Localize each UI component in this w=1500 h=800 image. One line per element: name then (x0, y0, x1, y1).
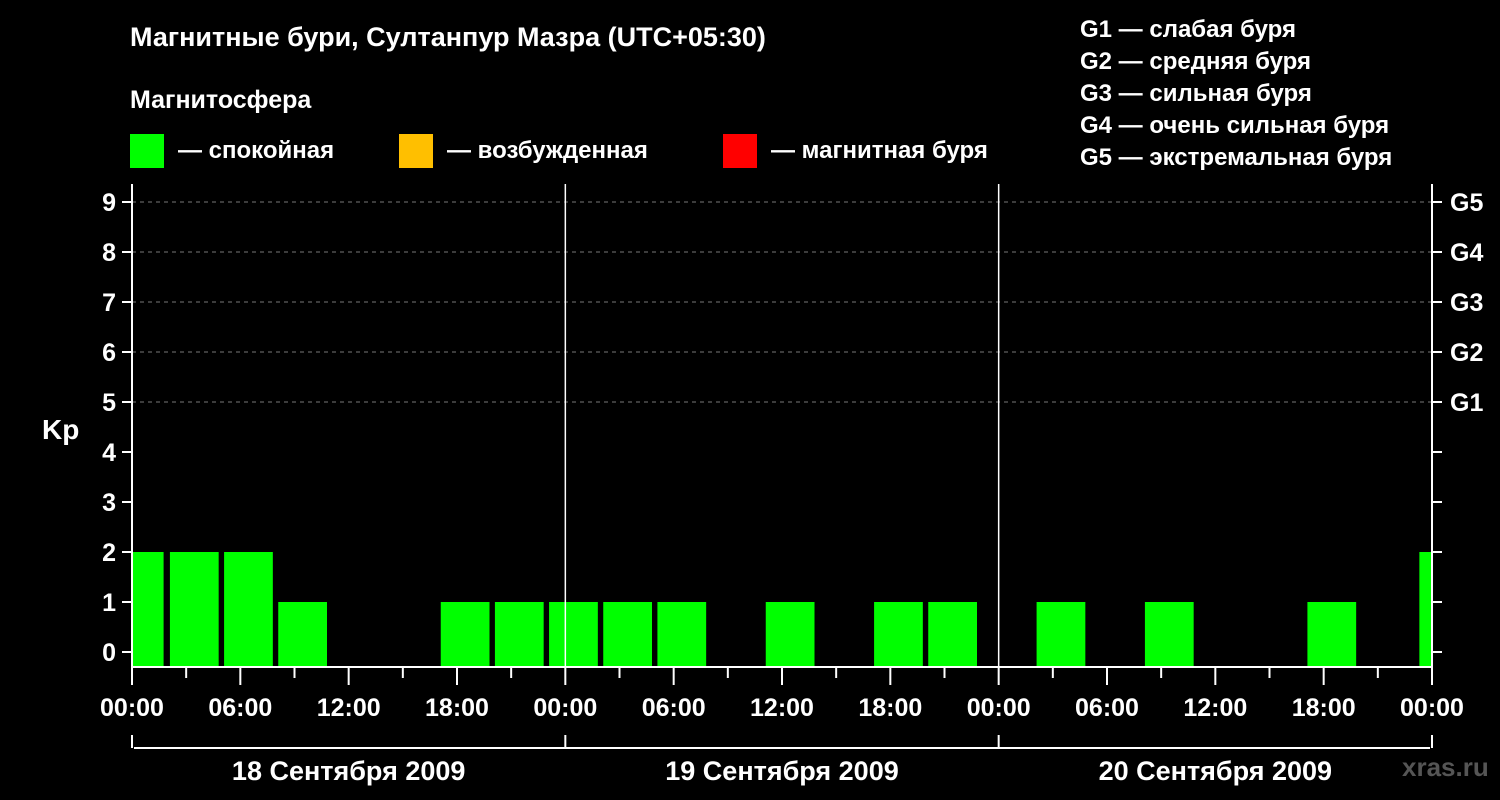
y-tick-label: 1 (102, 589, 116, 617)
y-tick-label: 9 (102, 189, 116, 217)
kp-bar (1419, 552, 1432, 667)
kp-bar (494, 602, 544, 667)
y-tick-label: 4 (102, 439, 116, 467)
day-label: 19 Сентября 2009 (665, 756, 898, 786)
day-label: 20 Сентября 2009 (1099, 756, 1332, 786)
y-tick-label: 8 (102, 239, 116, 267)
kp-bar (874, 602, 923, 667)
kp-bar (169, 552, 219, 667)
y-tick-label: 2 (102, 539, 116, 567)
x-tick-label: 06:00 (642, 694, 706, 722)
g-tick-label: G4 (1450, 239, 1483, 267)
x-tick-label: 18:00 (1292, 694, 1356, 722)
kp-bar (765, 602, 815, 667)
x-tick-label: 00:00 (1400, 694, 1464, 722)
g-tick-label: G5 (1450, 189, 1483, 217)
x-tick-label: 06:00 (208, 694, 272, 722)
kp-bar (224, 552, 273, 667)
x-tick-label: 18:00 (858, 694, 922, 722)
y-tick-label: 0 (102, 639, 116, 667)
x-tick-label: 12:00 (317, 694, 381, 722)
g-tick-label: G1 (1450, 389, 1483, 417)
x-tick-label: 00:00 (967, 694, 1031, 722)
g-tick-label: G2 (1450, 339, 1483, 367)
x-tick-label: 06:00 (1075, 694, 1139, 722)
kp-bar (1307, 602, 1357, 667)
kp-bar (440, 602, 490, 667)
kp-bar (1036, 602, 1086, 667)
y-tick-label: 3 (102, 489, 116, 517)
x-tick-label: 00:00 (100, 694, 164, 722)
kp-bar (603, 602, 652, 667)
kp-bar (549, 602, 598, 667)
y-axis-label: Kp (42, 414, 79, 445)
y-tick-label: 6 (102, 339, 116, 367)
x-tick-label: 00:00 (533, 694, 597, 722)
g-tick-label: G3 (1450, 289, 1483, 317)
kp-bar (928, 602, 977, 667)
kp-bar (278, 602, 327, 667)
day-label: 18 Сентября 2009 (232, 756, 465, 786)
kp-bar (1144, 602, 1194, 667)
x-tick-label: 12:00 (750, 694, 814, 722)
x-tick-label: 12:00 (1183, 694, 1247, 722)
y-tick-label: 7 (102, 289, 116, 317)
kp-bar (657, 602, 707, 667)
x-tick-label: 18:00 (425, 694, 489, 722)
kp-bar-chart: 0 1 2 3 4 5 6 7 8 9 G1 G2 G3 G4 G5 Kp 00:00 06:00 12:00 18:… (42, 184, 1483, 786)
watermark: xras.ru (1402, 752, 1489, 782)
kp-bar (132, 552, 164, 667)
y-tick-label: 5 (102, 389, 116, 417)
